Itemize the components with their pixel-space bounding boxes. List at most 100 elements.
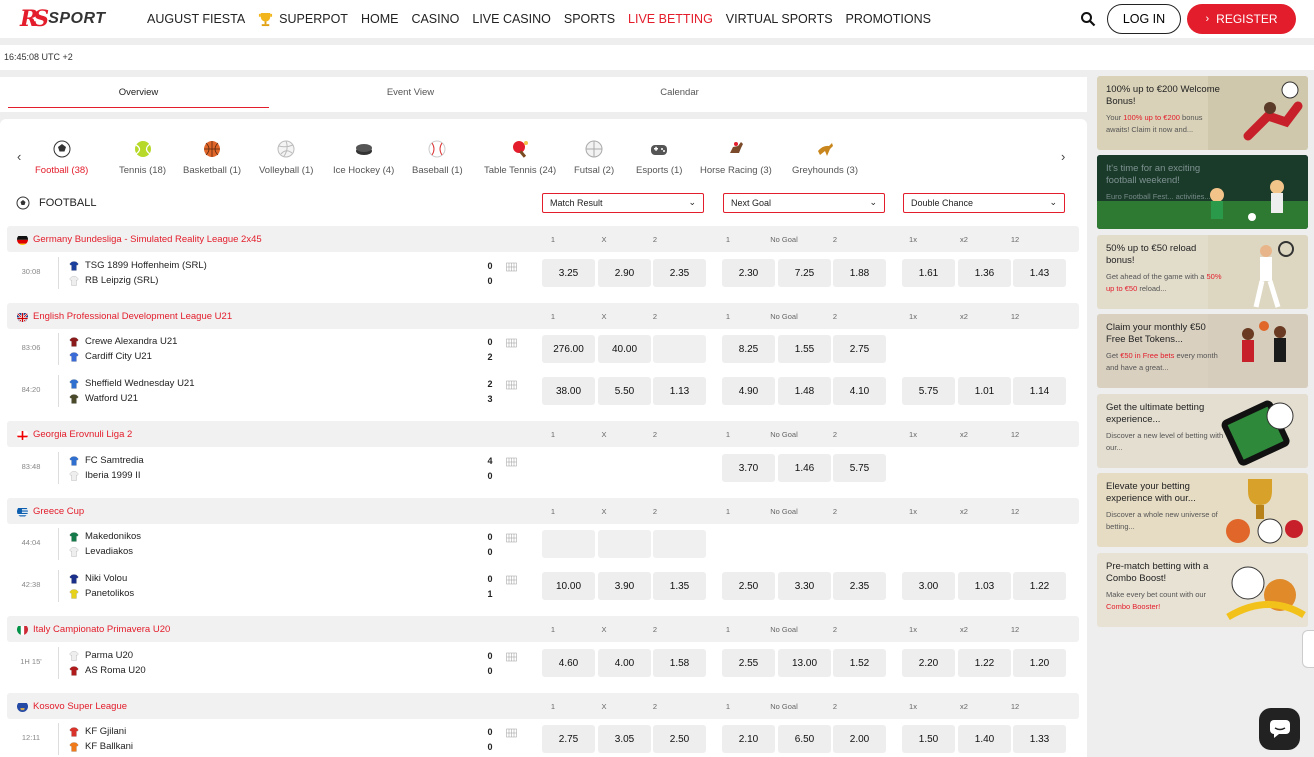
- nav-home[interactable]: HOME: [361, 12, 399, 26]
- carousel-prev-icon[interactable]: ‹: [17, 149, 21, 164]
- odds-button[interactable]: 4.90: [722, 377, 775, 405]
- chat-button[interactable]: [1259, 708, 1300, 750]
- market-select-next-goal[interactable]: Next Goal ⌄: [723, 193, 885, 213]
- sport-tab-greyhound[interactable]: Greyhounds (3): [792, 139, 858, 176]
- nav-sports[interactable]: SPORTS: [564, 12, 615, 26]
- market-select-double-chance[interactable]: Double Chance ⌄: [903, 193, 1065, 213]
- odds-button[interactable]: 2.35: [833, 572, 886, 600]
- odds-button[interactable]: 1.22: [1013, 572, 1066, 600]
- odds-button[interactable]: 3.25: [542, 259, 595, 287]
- stats-icon-wrap[interactable]: [503, 725, 520, 738]
- odds-button[interactable]: 8.25: [722, 335, 775, 363]
- stats-icon-wrap[interactable]: [503, 454, 520, 467]
- event-row[interactable]: 12:11 KF Gjilani KF Ballkani 0 0 2.75 3.05 2.50…: [0, 718, 1087, 757]
- sport-tab-tennis-ball[interactable]: Tennis (18): [119, 139, 166, 176]
- odds-button[interactable]: 5.75: [902, 377, 955, 405]
- league-header[interactable]: Kosovo Super League 1 X 2 1 No Goal 2 1x x2 12: [7, 693, 1079, 719]
- odds-button[interactable]: 2.90: [598, 259, 651, 287]
- tab-event-view[interactable]: Event View: [280, 77, 541, 108]
- odds-button[interactable]: 1.22: [958, 649, 1011, 677]
- event-row[interactable]: 30:08 TSG 1899 Hoffenheim (SRL) RB Leipzig…: [0, 252, 1087, 294]
- nav-virtual-sports[interactable]: VIRTUAL SPORTS: [726, 12, 833, 26]
- promo-banner[interactable]: Pre-match betting with a Combo Boost! Mak…: [1097, 553, 1308, 627]
- league-header[interactable]: Greece Cup 1 X 2 1 No Goal 2 1x x2 12: [7, 498, 1079, 524]
- odds-button[interactable]: 2.75: [833, 335, 886, 363]
- odds-button[interactable]: 2.30: [722, 259, 775, 287]
- odds-button[interactable]: 2.00: [833, 725, 886, 753]
- promo-banner[interactable]: 100% up to €200 Welcome Bonus! Your 100% …: [1097, 76, 1308, 150]
- tab-calendar[interactable]: Calendar: [549, 77, 810, 108]
- promo-banner[interactable]: It's time for an exciting football weeke…: [1097, 155, 1308, 229]
- feedback-tab[interactable]: [1302, 630, 1314, 668]
- odds-button[interactable]: 1.58: [653, 649, 706, 677]
- odds-button[interactable]: 2.20: [902, 649, 955, 677]
- odds-button[interactable]: 276.00: [542, 335, 595, 363]
- odds-button[interactable]: 10.00: [542, 572, 595, 600]
- odds-button[interactable]: 3.05: [598, 725, 651, 753]
- register-button[interactable]: › REGISTER: [1187, 4, 1296, 34]
- event-row[interactable]: 44:04 Makedonikos Levadiakos 0 0: [0, 523, 1087, 565]
- league-header[interactable]: Italy Campionato Primavera U20 1 X 2 1 No Goa…: [7, 616, 1079, 642]
- odds-button[interactable]: 4.00: [598, 649, 651, 677]
- promo-banner[interactable]: Get the ultimate betting experience... Di…: [1097, 394, 1308, 468]
- promo-banner[interactable]: Elevate your betting experience with our…: [1097, 473, 1308, 547]
- odds-button[interactable]: 4.60: [542, 649, 595, 677]
- nav-promotions[interactable]: PROMOTIONS: [846, 12, 931, 26]
- odds-button[interactable]: 1.13: [653, 377, 706, 405]
- login-button[interactable]: LOG IN: [1107, 4, 1181, 34]
- odds-button[interactable]: 38.00: [542, 377, 595, 405]
- odds-button[interactable]: 6.50: [778, 725, 831, 753]
- odds-button[interactable]: 4.10: [833, 377, 886, 405]
- stats-icon-wrap[interactable]: [503, 259, 520, 272]
- tab-overview[interactable]: Overview: [8, 77, 269, 108]
- odds-button[interactable]: 13.00: [778, 649, 831, 677]
- odds-button[interactable]: 1.01: [958, 377, 1011, 405]
- market-select-match-result[interactable]: Match Result ⌄: [542, 193, 704, 213]
- sport-tab-basketball[interactable]: Basketball (1): [183, 139, 241, 176]
- odds-button[interactable]: 1.20: [1013, 649, 1066, 677]
- odds-button[interactable]: 1.50: [902, 725, 955, 753]
- rsport-logo[interactable]: RS SPORT: [20, 6, 106, 32]
- odds-button[interactable]: 1.52: [833, 649, 886, 677]
- odds-button[interactable]: 2.75: [542, 725, 595, 753]
- league-header[interactable]: English Professional Development League …: [7, 303, 1079, 329]
- odds-button[interactable]: 1.48: [778, 377, 831, 405]
- nav-casino[interactable]: CASINO: [411, 12, 459, 26]
- odds-button[interactable]: 5.75: [833, 454, 886, 482]
- stats-icon-wrap[interactable]: [503, 335, 520, 348]
- odds-button[interactable]: 1.46: [778, 454, 831, 482]
- odds-button[interactable]: 5.50: [598, 377, 651, 405]
- search-icon[interactable]: [1080, 11, 1096, 27]
- odds-button[interactable]: 7.25: [778, 259, 831, 287]
- odds-button[interactable]: 1.14: [1013, 377, 1066, 405]
- nav-live-betting[interactable]: LIVE BETTING: [628, 12, 713, 26]
- odds-button[interactable]: 1.40: [958, 725, 1011, 753]
- odds-button[interactable]: 2.50: [722, 572, 775, 600]
- carousel-next-icon[interactable]: ›: [1061, 149, 1065, 164]
- promo-banner[interactable]: 50% up to €50 reload bonus! Get ahead of …: [1097, 235, 1308, 309]
- odds-button[interactable]: 1.33: [1013, 725, 1066, 753]
- odds-button[interactable]: 3.70: [722, 454, 775, 482]
- odds-button[interactable]: 2.10: [722, 725, 775, 753]
- sport-tab-volleyball[interactable]: Volleyball (1): [259, 139, 313, 176]
- stats-icon-wrap[interactable]: [503, 572, 520, 585]
- sport-tab-horse-racing[interactable]: Horse Racing (3): [700, 139, 772, 176]
- nav-superpot[interactable]: SUPERPOT: [258, 12, 348, 27]
- event-row[interactable]: 83:06 Crewe Alexandra U21 Cardiff City U21…: [0, 328, 1087, 370]
- promo-banner[interactable]: Claim your monthly €50 Free Bet Tokens..…: [1097, 314, 1308, 388]
- odds-button[interactable]: 3.90: [598, 572, 651, 600]
- sport-tab-ice-hockey[interactable]: Ice Hockey (4): [333, 139, 394, 176]
- odds-button[interactable]: 1.61: [902, 259, 955, 287]
- odds-button[interactable]: 2.50: [653, 725, 706, 753]
- sport-tab-football[interactable]: Football (38): [35, 139, 88, 176]
- sport-tab-futsal[interactable]: Futsal (2): [574, 139, 614, 176]
- odds-button[interactable]: 1.55: [778, 335, 831, 363]
- odds-button[interactable]: 40.00: [598, 335, 651, 363]
- stats-icon-wrap[interactable]: [503, 530, 520, 543]
- sport-tab-baseball[interactable]: Baseball (1): [412, 139, 463, 176]
- odds-button[interactable]: 1.36: [958, 259, 1011, 287]
- nav-august-fiesta[interactable]: AUGUST FIESTA: [147, 12, 245, 26]
- event-row[interactable]: 1H 15' Parma U20 AS Roma U20 0 0 4.60 4.00 1.58…: [0, 642, 1087, 684]
- odds-button[interactable]: 1.35: [653, 572, 706, 600]
- sport-tab-table-tennis[interactable]: Table Tennis (24): [484, 139, 556, 176]
